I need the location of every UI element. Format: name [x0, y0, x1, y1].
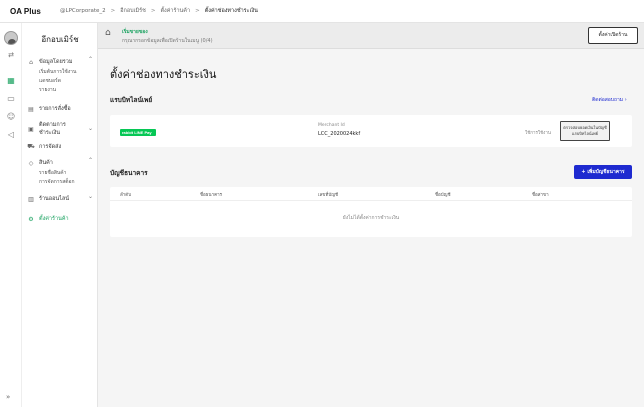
home-icon: ⌂ — [29, 58, 33, 66]
sidebar-title: อีกอบเมิร์ช — [41, 35, 79, 44]
banner-subtitle: กรุณากรอกข้อมูลเพื่อเปิดร้านในเมนู (0/4) — [122, 38, 213, 44]
add-bank-account-label: เพิ่มบัญชีธนาคาร — [587, 169, 625, 175]
chevron-right-icon: > — [110, 8, 116, 14]
sidebar-sub-stock[interactable]: การจัดการสต็อก — [22, 178, 98, 187]
truck-icon: ⛟ — [27, 143, 35, 150]
column-header: ชื่อธนาคาร — [200, 193, 223, 198]
sidebar-sub-getting-started[interactable]: เริ่มต้นการใช้งาน — [22, 68, 98, 77]
sidebar-item-label: ข้อมูลโดยรวม — [39, 59, 73, 65]
breadcrumb: @LPCorporate_2 > อีกอบเมิร์ช > ตั้งค่าร้… — [56, 7, 258, 15]
sidebar-item-payment-tracking[interactable]: ▣ ติดตามการชำระเงิน ⌄ — [22, 119, 98, 139]
user-icon[interactable]: ☺ — [4, 111, 18, 123]
store-rail-icon[interactable]: ▦ — [4, 75, 18, 87]
gear-icon: ⚙ — [28, 215, 34, 223]
empty-state-text: ยังไม่ได้ตั้งค่าการชำระเงิน — [342, 215, 400, 221]
column-header: ชื่อสาขา — [532, 193, 549, 198]
swap-account-icon[interactable]: ⇄ — [4, 49, 18, 61]
chevron-right-icon: > — [195, 8, 200, 14]
sidebar-item-label: รายการสั่งซื้อ — [39, 106, 71, 112]
top-bar: OA Plus @LPCorporate_2 > อีกอบเมิร์ช > ต… — [0, 0, 644, 23]
open-shop-setup-button[interactable]: ตั้งค่าเปิดร้าน — [588, 27, 638, 44]
sidebar-item-label: ติดตามการชำระเงิน — [39, 122, 66, 136]
chevron-down-icon: ⌄ — [87, 193, 93, 200]
breadcrumb-shop[interactable]: อีกอบเมิร์ช — [120, 7, 146, 15]
sidebar-item-label: การจัดส่ง — [39, 144, 62, 150]
banner-title: เริ่มขายของ — [122, 29, 148, 35]
breadcrumb-account[interactable]: @LPCorporate_2 — [60, 8, 106, 14]
sidebar-item-online-store[interactable]: ▥ ร้านออนไลน์ ⌄ — [22, 193, 98, 205]
linepay-section-title: แรบบิทไลน์เพย์ — [110, 96, 153, 104]
sidebar-sub-product-list[interactable]: รายชื่อสินค้า — [22, 169, 98, 178]
column-header: เลขที่บัญชี — [318, 193, 339, 198]
bank-section-title: บัญชีธนาคาร — [110, 169, 148, 177]
icon-rail: ⇄ ▦ ▭ ☺ ◁ » — [0, 23, 22, 407]
chevron-up-icon: ⌃ — [87, 56, 93, 63]
linepay-card: rabbit LINE Pay Merchant Id LCC_2020024k… — [110, 115, 632, 147]
sidebar-item-label: ร้านออนไลน์ — [39, 196, 70, 202]
linepay-logo-text: rabbit LINE Pay — [122, 130, 152, 135]
sidebar-item-shipping[interactable]: ⛟ การจัดส่ง — [22, 141, 98, 153]
chevron-right-icon: › — [624, 97, 627, 103]
add-bank-account-button[interactable]: + เพิ่มบัญชีธนาคาร — [574, 165, 632, 179]
megaphone-icon[interactable]: ◁ — [4, 129, 18, 141]
tag-icon: ◇ — [28, 159, 34, 167]
setup-banner: ⌂ เริ่มขายของ กรุณากรอกข้อมูลเพื่อเปิดร้… — [98, 23, 644, 49]
breadcrumb-current: ตั้งค่าช่องทางชำระเงิน — [204, 8, 258, 14]
sidebar-item-shop-settings[interactable]: ⚙ ตั้งค่าร้านค้า — [22, 213, 98, 225]
store-icon: ▥ — [28, 195, 34, 203]
merchant-id-label: Merchant Id — [318, 123, 345, 128]
sidebar-item-label: สินค้า — [39, 160, 53, 166]
bank-table: ลำดับ ชื่อธนาคาร เลขที่บัญชี ชื่อบัญชี ช… — [110, 187, 632, 237]
app-logo[interactable]: OA Plus — [0, 7, 56, 16]
bank-table-header: ลำดับ ชื่อธนาคาร เลขที่บัญชี ชื่อบัญชี ช… — [110, 187, 632, 201]
sidebar-item-products[interactable]: ◇ สินค้า ⌃ — [22, 157, 98, 169]
sidebar-sub-dashboard[interactable]: แดชบอร์ด — [22, 77, 98, 86]
chevron-up-icon: ⌃ — [87, 157, 93, 164]
shop-icon: ⌂ — [105, 28, 111, 38]
expand-icon[interactable]: » — [6, 393, 10, 401]
merchant-id-value: LCC_2020024kkf — [318, 131, 361, 137]
contact-link[interactable]: ติดต่อสอบถาม › — [592, 96, 627, 104]
sidebar-item-orders[interactable]: ▤ รายการสั่งซื้อ — [22, 103, 98, 115]
sidebar-menu: ⌂ ข้อมูลโดยรวม ⌃ เริ่มต้นการใช้งาน แดชบอ… — [22, 56, 98, 225]
main-content: ⌂ เริ่มขายของ กรุณากรอกข้อมูลเพื่อเปิดร้… — [98, 23, 644, 407]
column-header: ลำดับ — [120, 193, 132, 198]
linepay-status: ใช้การใช้งาน — [525, 131, 551, 136]
sidebar: อีกอบเมิร์ช ⌂ ข้อมูลโดยรวม ⌃ เริ่มต้นการ… — [22, 23, 98, 407]
chat-icon[interactable]: ▭ — [4, 93, 18, 105]
order-icon: ▤ — [28, 105, 34, 113]
page-title: ตั้งค่าช่องทางชำระเงิน — [110, 68, 217, 81]
payment-icon: ▣ — [28, 125, 34, 133]
sidebar-item-label: ตั้งค่าร้านค้า — [39, 216, 69, 222]
chevron-right-icon: > — [150, 8, 156, 14]
sidebar-item-overview[interactable]: ⌂ ข้อมูลโดยรวม ⌃ — [22, 56, 98, 68]
check-balance-button[interactable]: ตรวจสอบยอดเงินในบัญชีแรบบิทไลน์เพย์ — [560, 121, 610, 141]
contact-link-label: ติดต่อสอบถาม — [592, 97, 624, 103]
sidebar-sub-report[interactable]: รายงาน — [22, 86, 98, 95]
avatar[interactable] — [4, 31, 18, 45]
linepay-logo: rabbit LINE Pay — [120, 129, 156, 136]
column-header: ชื่อบัญชี — [435, 193, 451, 198]
breadcrumb-shop-settings[interactable]: ตั้งค่าร้านค้า — [160, 7, 190, 15]
plus-icon: + — [581, 169, 586, 175]
chevron-down-icon: ⌄ — [87, 125, 93, 132]
